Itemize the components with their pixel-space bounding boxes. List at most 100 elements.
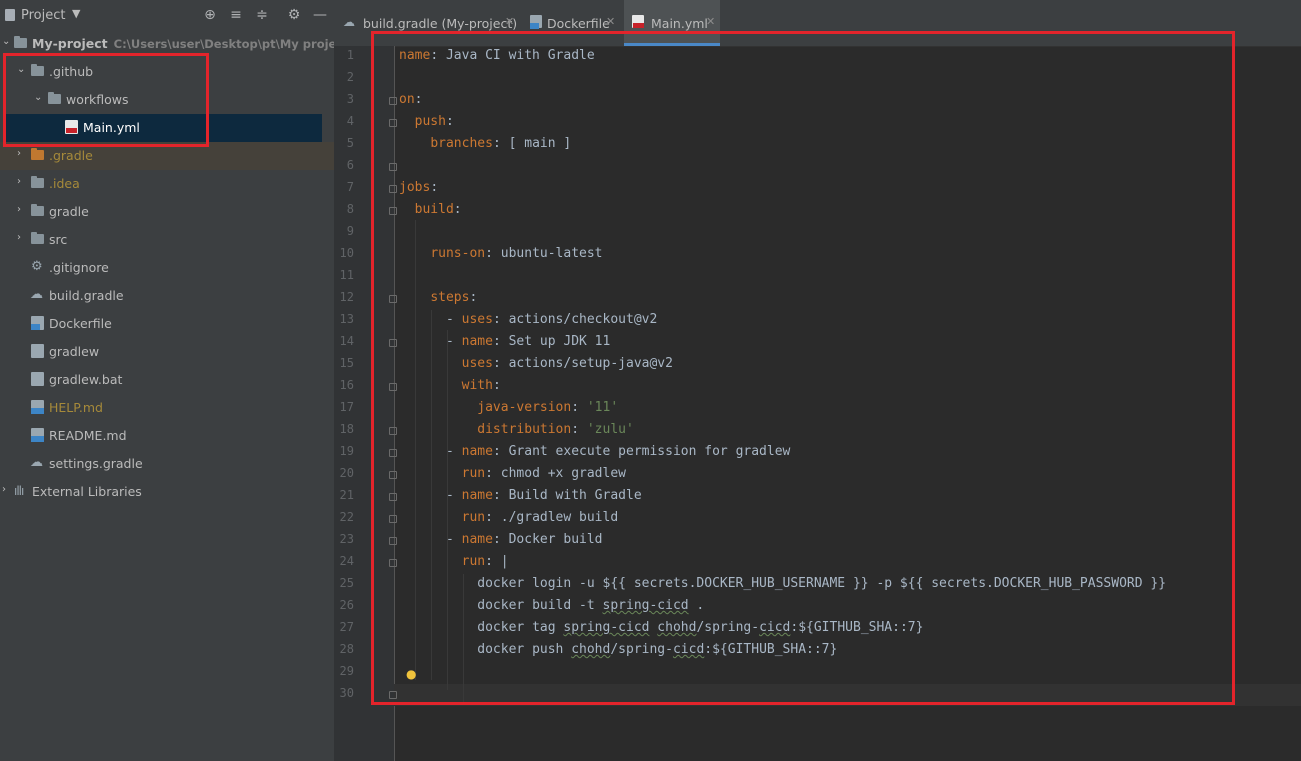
folder-icon <box>31 64 44 76</box>
dropdown-arrow-icon[interactable]: ▼ <box>72 7 80 20</box>
code-line-26[interactable]: docker build -t spring-cicd . <box>399 598 704 613</box>
folder-icon <box>31 204 44 216</box>
yaml-value: Build with Gradle <box>508 488 642 503</box>
code-line-12[interactable]: steps: <box>399 290 477 305</box>
yaml-value: cicd <box>759 620 791 635</box>
tree-item-my-project[interactable]: ⌄ My-project C:\Users\user\Desktop\pt\My … <box>0 30 334 58</box>
yaml-key: uses <box>461 312 493 327</box>
chevron-down-icon[interactable]: ⌄ <box>34 92 42 103</box>
code-line-8[interactable]: build: <box>399 202 462 217</box>
code-line-4[interactable]: push: <box>399 114 454 129</box>
fold-marker-icon[interactable] <box>389 559 397 567</box>
gear-icon[interactable]: ⚙ <box>285 6 303 24</box>
yaml-value: /spring- <box>610 642 673 657</box>
yaml-value: cicd <box>672 642 705 657</box>
expand-all-icon[interactable]: ≡ <box>227 6 245 24</box>
yaml-value: Grant execute permission for gradlew <box>508 444 791 459</box>
code-line-21[interactable]: - name: Build with Gradle <box>399 488 642 503</box>
fold-marker-icon[interactable] <box>389 295 397 303</box>
tree-item-gitignore[interactable]: ⚙ .gitignore <box>0 254 334 282</box>
close-icon[interactable]: ✕ <box>505 15 514 28</box>
line-number: 17 <box>339 400 354 414</box>
fold-marker-icon[interactable] <box>389 97 397 105</box>
code-line-25[interactable]: docker login -u ${{ secrets.DOCKER_HUB_U… <box>399 576 1166 591</box>
fold-marker-icon[interactable] <box>389 339 397 347</box>
tree-item-workflows[interactable]: ⌄ workflows <box>0 86 334 114</box>
fold-marker-icon[interactable] <box>389 383 397 391</box>
minimize-icon[interactable]: — <box>311 6 329 24</box>
fold-marker-icon[interactable] <box>389 691 397 699</box>
code-line-19[interactable]: - name: Grant execute permission for gra… <box>399 444 790 459</box>
tree-item-gradlew[interactable]: gradlew <box>0 338 334 366</box>
code-line-10[interactable]: runs-on: ubuntu-latest <box>399 246 602 261</box>
code-line-7[interactable]: jobs: <box>399 180 438 195</box>
code-line-14[interactable]: - name: Set up JDK 11 <box>399 334 610 349</box>
fold-marker-icon[interactable] <box>389 471 397 479</box>
code-line-13[interactable]: - uses: actions/checkout@v2 <box>399 312 657 327</box>
tree-item-external-libraries[interactable]: › ıllı External Libraries <box>0 478 334 506</box>
code-line-17[interactable]: java-version: '11' <box>399 400 618 415</box>
code-line-24[interactable]: run: | <box>399 554 509 569</box>
tree-item-settings-gradle[interactable]: ☁ settings.gradle <box>0 450 334 478</box>
code-line-27[interactable]: docker tag spring-cicd chohd/spring-cicd… <box>399 620 923 635</box>
fold-marker-icon[interactable] <box>389 207 397 215</box>
fold-marker-icon[interactable] <box>389 449 397 457</box>
fold-marker-icon[interactable] <box>389 537 397 545</box>
project-view-selector[interactable]: Project <box>21 8 65 23</box>
fold-marker-icon[interactable] <box>389 427 397 435</box>
code-line-22[interactable]: run: ./gradlew build <box>399 510 619 525</box>
fold-marker-icon[interactable] <box>389 515 397 523</box>
code-line-20[interactable]: run: chmod +x gradlew <box>399 466 626 481</box>
close-icon[interactable]: ✕ <box>706 15 715 28</box>
tree-item-help-md[interactable]: HELP.md <box>0 394 334 422</box>
chevron-right-icon[interactable]: › <box>17 232 21 243</box>
yaml-value: chohd <box>657 620 697 635</box>
code-line-18[interactable]: distribution: 'zulu' <box>399 422 634 437</box>
tree-item-src[interactable]: › src <box>0 226 334 254</box>
close-icon[interactable]: ✕ <box>606 15 615 28</box>
code-line-15[interactable]: uses: actions/setup-java@v2 <box>399 356 673 371</box>
yaml-value: docker build -t <box>477 598 603 613</box>
current-line-highlight <box>394 684 1301 706</box>
tree-item-gradle-cache[interactable]: › .gradle <box>0 142 334 170</box>
line-number: 21 <box>339 488 354 502</box>
tab-dockerfile[interactable]: Dockerfile ✕ <box>520 0 624 46</box>
yaml-key: name <box>399 48 431 63</box>
gradle-file-icon: ☁ <box>343 15 355 29</box>
code-line-16[interactable]: with: <box>399 378 501 393</box>
lightbulb-icon[interactable]: ● <box>406 667 418 681</box>
chevron-right-icon[interactable]: › <box>17 204 21 215</box>
locate-icon[interactable]: ⊕ <box>201 6 219 24</box>
line-number: 8 <box>346 202 354 216</box>
yaml-value: | <box>500 554 509 569</box>
code-line-1[interactable]: name: Java CI with Gradle <box>399 48 595 63</box>
chevron-right-icon[interactable]: › <box>17 176 21 187</box>
yaml-string: 'zulu' <box>586 422 634 437</box>
tree-item-gradle[interactable]: › gradle <box>0 198 334 226</box>
code-line-3[interactable]: on: <box>399 92 422 107</box>
tree-item-github[interactable]: ⌄ .github <box>0 58 334 86</box>
tree-item-gradlew-bat[interactable]: gradlew.bat <box>0 366 334 394</box>
tree-item-build-gradle[interactable]: ☁ build.gradle <box>0 282 334 310</box>
tree-item-label: settings.gradle <box>49 456 143 471</box>
chevron-down-icon[interactable]: ⌄ <box>17 64 25 75</box>
tree-item-readme-md[interactable]: README.md <box>0 422 334 450</box>
chevron-down-icon[interactable]: ⌄ <box>2 36 10 47</box>
fold-marker-icon[interactable] <box>389 493 397 501</box>
tab-build-gradle[interactable]: ☁ build.gradle (My-project) ✕ <box>334 0 520 46</box>
tree-item-main-yml[interactable]: Main.yml <box>6 114 322 142</box>
code-line-28[interactable]: docker push chohd/spring-cicd:${GITHUB_S… <box>399 642 837 657</box>
fold-marker-icon[interactable] <box>389 163 397 171</box>
fold-marker-icon[interactable] <box>389 119 397 127</box>
code-line-23[interactable]: - name: Docker build <box>399 532 603 547</box>
chevron-right-icon[interactable]: › <box>2 484 6 495</box>
code-line-5[interactable]: branches: [ main ] <box>399 136 571 151</box>
tree-item-idea[interactable]: › .idea <box>0 170 334 198</box>
tab-main-yml[interactable]: Main.yml ✕ <box>624 0 720 46</box>
collapse-all-icon[interactable]: ≑ <box>253 6 271 24</box>
tree-item-dockerfile[interactable]: Dockerfile <box>0 310 334 338</box>
fold-marker-icon[interactable] <box>389 185 397 193</box>
chevron-right-icon[interactable]: › <box>17 148 21 159</box>
tree-item-label: Dockerfile <box>49 316 112 331</box>
file-icon <box>31 372 44 386</box>
